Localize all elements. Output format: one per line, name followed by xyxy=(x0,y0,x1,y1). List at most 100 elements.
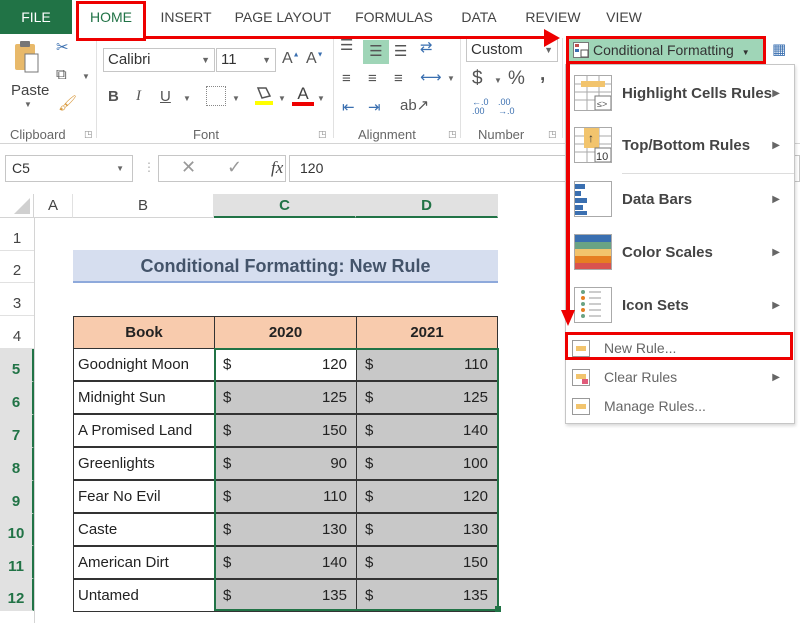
cut-icon[interactable]: ✂ xyxy=(56,38,69,56)
fill-color-icon[interactable] xyxy=(254,84,274,106)
value-cell-y2020[interactable]: $130 xyxy=(214,513,357,546)
select-all-button[interactable] xyxy=(0,194,34,218)
menu-item-highlight-cells-rules[interactable]: ≤> Highlight Cells Rules ▶ xyxy=(566,71,794,119)
value-cell-y2020[interactable]: $135 xyxy=(214,579,357,612)
font-family-select[interactable]: Calibri ▼ xyxy=(103,48,215,72)
tab-formulas[interactable]: FORMULAS xyxy=(345,0,443,34)
align-right-icon[interactable]: ≡ xyxy=(394,70,403,87)
book-cell[interactable]: Greenlights xyxy=(73,447,215,480)
header-book[interactable]: Book xyxy=(73,316,215,349)
copy-icon[interactable]: ⧉ xyxy=(56,66,67,83)
middle-align-icon[interactable]: ☰ xyxy=(363,40,389,64)
orientation-icon[interactable]: ab↗ xyxy=(400,96,429,114)
format-painter-icon[interactable]: 🖌 xyxy=(58,94,77,112)
book-cell[interactable]: Fear No Evil xyxy=(73,480,215,513)
font-color-dropdown-icon[interactable]: ▼ xyxy=(317,94,325,103)
row-header-12[interactable]: 12 xyxy=(0,579,34,611)
fill-dropdown-icon[interactable]: ▼ xyxy=(278,94,286,103)
format-as-table-icon[interactable]: ▦ xyxy=(772,40,786,58)
value-cell-y2021[interactable]: $120 xyxy=(356,480,498,513)
number-launcher-icon[interactable]: ◳ xyxy=(548,129,557,140)
sheet-title-cell[interactable]: Conditional Formatting: New Rule xyxy=(73,250,498,283)
borders-icon[interactable] xyxy=(206,86,226,106)
value-cell-y2021[interactable]: $135 xyxy=(356,579,498,612)
tab-data[interactable]: DATA xyxy=(450,0,508,34)
value-cell-y2021[interactable]: $125 xyxy=(356,381,498,414)
header-2020[interactable]: 2020 xyxy=(214,316,357,349)
tab-file[interactable]: FILE xyxy=(0,0,72,34)
row-header-7[interactable]: 7 xyxy=(0,415,34,448)
menu-item-clear-rules[interactable]: Clear Rules ▶ xyxy=(566,364,794,393)
value-cell-y2020[interactable]: $150 xyxy=(214,414,357,447)
column-header-d[interactable]: D xyxy=(356,194,498,218)
row-header-3[interactable]: 3 xyxy=(0,283,34,316)
decrease-indent-icon[interactable]: ⇤ xyxy=(342,98,355,116)
bold-button[interactable]: B xyxy=(108,88,119,105)
font-color-icon[interactable]: A xyxy=(292,84,314,108)
book-cell[interactable]: Midnight Sun xyxy=(73,381,215,414)
value-cell-y2021[interactable]: $100 xyxy=(356,447,498,480)
merge-center-icon[interactable]: ⟷ xyxy=(420,68,442,86)
header-2021[interactable]: 2021 xyxy=(356,316,498,349)
value-cell-y2020[interactable]: $140 xyxy=(214,546,357,579)
insert-function-icon[interactable]: fx xyxy=(271,158,283,178)
row-header-1[interactable]: 1 xyxy=(0,218,34,251)
wrap-text-icon[interactable]: ⇄ xyxy=(420,38,433,56)
menu-item-data-bars[interactable]: Data Bars ▶ xyxy=(566,177,794,227)
comma-button[interactable]: , xyxy=(540,64,545,86)
paste-icon[interactable] xyxy=(14,40,40,76)
decrease-decimal-button[interactable]: .00 →.0 xyxy=(498,98,520,116)
row-header-10[interactable]: 10 xyxy=(0,514,34,546)
book-cell[interactable]: A Promised Land xyxy=(73,414,215,447)
row-header-6[interactable]: 6 xyxy=(0,382,34,415)
increase-decimal-button[interactable]: ←.0 .00 xyxy=(472,98,494,116)
menu-item-manage-rules[interactable]: Manage Rules... xyxy=(566,393,794,422)
menu-item-top-bottom-rules[interactable]: ↑ 10 Top/Bottom Rules ▶ xyxy=(566,123,794,173)
decrease-font-icon[interactable]: A▼ xyxy=(306,50,324,68)
tab-insert[interactable]: INSERT xyxy=(150,0,222,34)
column-header-b[interactable]: B xyxy=(73,194,214,218)
fill-handle[interactable] xyxy=(495,606,501,612)
column-header-a[interactable]: A xyxy=(34,194,73,218)
row-header-2[interactable]: 2 xyxy=(0,251,34,283)
value-cell-y2020[interactable]: $110 xyxy=(214,480,357,513)
book-cell[interactable]: Goodnight Moon xyxy=(73,348,215,381)
row-header-8[interactable]: 8 xyxy=(0,448,34,481)
bottom-align-icon[interactable]: ☰ xyxy=(394,42,407,60)
align-center-icon[interactable]: ≡ xyxy=(368,70,377,87)
tab-view[interactable]: VIEW xyxy=(598,0,650,34)
align-left-icon[interactable]: ≡ xyxy=(342,70,351,87)
enter-icon[interactable]: ✓ xyxy=(227,157,242,178)
row-header-9[interactable]: 9 xyxy=(0,481,34,514)
column-header-c[interactable]: C xyxy=(214,194,356,218)
row-header-5[interactable]: 5 xyxy=(0,349,34,382)
value-cell-y2021[interactable]: $110 xyxy=(356,348,498,381)
value-cell-y2021[interactable]: $150 xyxy=(356,546,498,579)
value-cell-y2021[interactable]: $140 xyxy=(356,414,498,447)
drag-handle-icon[interactable]: ⋮ xyxy=(143,160,155,174)
value-cell-y2020[interactable]: $120 xyxy=(214,348,357,381)
increase-font-icon[interactable]: A▲ xyxy=(282,50,300,68)
borders-dropdown-icon[interactable]: ▼ xyxy=(232,94,240,103)
currency-button[interactable]: $ xyxy=(472,68,483,90)
row-header-11[interactable]: 11 xyxy=(0,546,34,579)
underline-button[interactable]: U xyxy=(160,88,171,105)
row-header-4[interactable]: 4 xyxy=(0,316,34,349)
currency-dropdown-icon[interactable]: ▼ xyxy=(494,76,502,85)
value-cell-y2020[interactable]: $90 xyxy=(214,447,357,480)
book-cell[interactable]: Caste xyxy=(73,513,215,546)
italic-button[interactable]: I xyxy=(136,88,141,105)
book-cell[interactable]: American Dirt xyxy=(73,546,215,579)
percent-button[interactable]: % xyxy=(508,68,525,90)
menu-item-icon-sets[interactable]: Icon Sets ▶ xyxy=(566,283,794,333)
cancel-icon[interactable]: ✕ xyxy=(181,157,196,178)
book-cell[interactable]: Untamed xyxy=(73,579,215,612)
conditional-formatting-button[interactable]: Conditional Formatting ▼ xyxy=(566,36,766,64)
paste-button[interactable]: Paste xyxy=(11,82,49,99)
name-box[interactable]: C5 ▼ xyxy=(5,155,133,182)
tab-page-layout[interactable]: PAGE LAYOUT xyxy=(228,0,338,34)
increase-indent-icon[interactable]: ⇥ xyxy=(368,98,381,116)
paste-dropdown-icon[interactable]: ▼ xyxy=(24,100,32,109)
alignment-launcher-icon[interactable]: ◳ xyxy=(448,129,457,140)
copy-dropdown-icon[interactable]: ▼ xyxy=(82,72,90,81)
